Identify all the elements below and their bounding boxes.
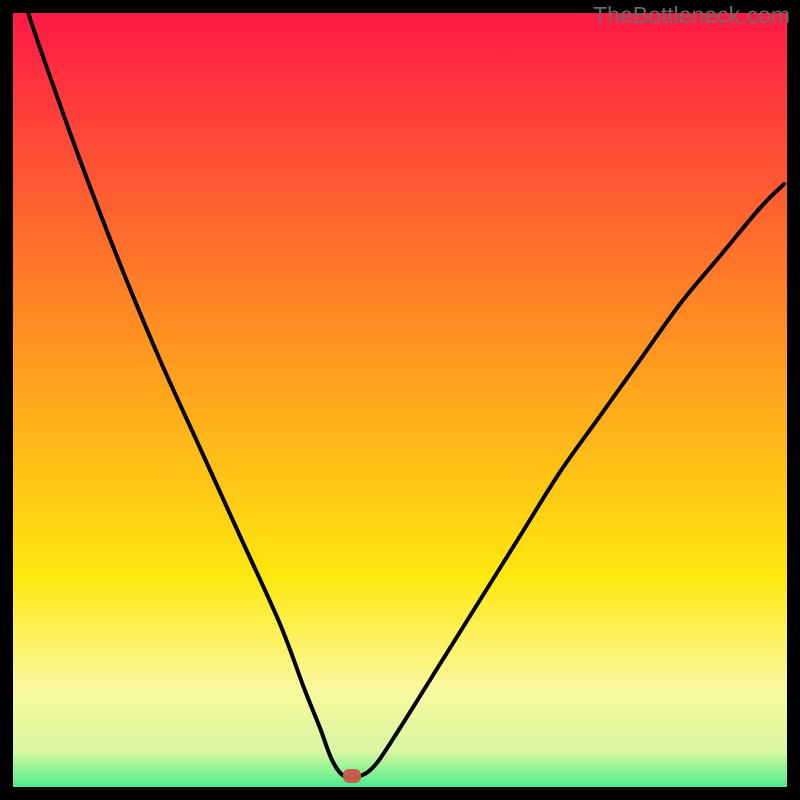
watermark-text: TheBottleneck.com (593, 2, 790, 29)
min-marker (343, 769, 361, 783)
plot-background (0, 0, 800, 800)
bottleneck-chart: TheBottleneck.com (0, 0, 800, 800)
chart-svg (0, 0, 800, 800)
